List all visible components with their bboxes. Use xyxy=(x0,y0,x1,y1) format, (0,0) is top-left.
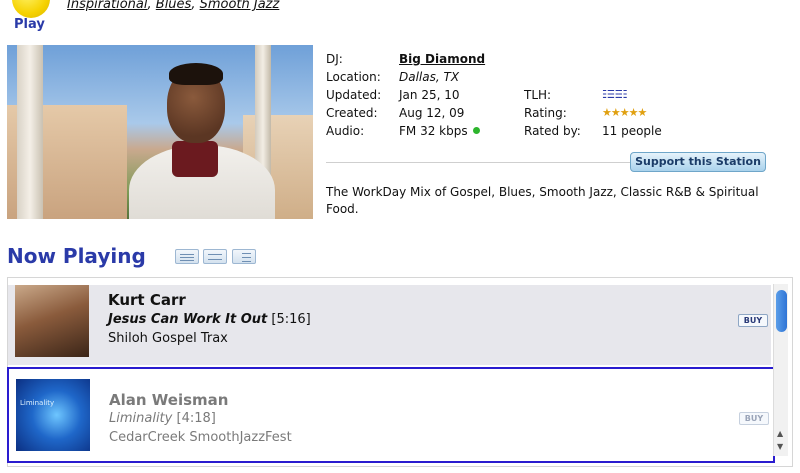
scroll-down-arrow-icon[interactable]: ▼ xyxy=(777,442,783,451)
location-label: Location: xyxy=(326,70,381,84)
track-song-name: Liminality xyxy=(109,411,173,426)
buy-button[interactable]: BUY xyxy=(739,412,769,425)
play-button[interactable] xyxy=(12,0,50,18)
track-song: Liminality [4:18] xyxy=(109,411,216,426)
tlh-people-icon: ☷☷☷ xyxy=(602,88,628,101)
updated-label: Updated: xyxy=(326,88,382,102)
genre-link-blues[interactable]: Blues xyxy=(156,0,192,12)
photo-person-hair xyxy=(169,63,223,85)
track-duration: [4:18] xyxy=(176,411,216,426)
track-row[interactable]: Kurt Carr Jesus Can Work It Out [5:16] S… xyxy=(8,285,771,365)
created-label: Created: xyxy=(326,106,378,120)
track-artist: Kurt Carr xyxy=(108,291,186,309)
support-station-button[interactable]: Support this Station xyxy=(630,152,766,172)
photo-person-collar xyxy=(172,141,218,177)
rated-by-label: Rated by: xyxy=(524,124,581,138)
play-label[interactable]: Play xyxy=(14,17,45,32)
rating-stars-icon[interactable]: ★★★★★ xyxy=(602,106,647,119)
album-cover-image[interactable]: Liminality xyxy=(16,379,90,451)
scrollbar-thumb[interactable] xyxy=(776,290,787,332)
photo-pillar xyxy=(17,45,43,219)
audio-value: FM 32 kbps xyxy=(399,124,480,138)
cover-text: Liminality xyxy=(20,399,55,407)
rated-by-value: 11 people xyxy=(602,124,662,138)
track-song-name: Jesus Can Work It Out xyxy=(108,312,268,327)
buy-button[interactable]: BUY xyxy=(738,314,768,327)
track-duration: [5:16] xyxy=(271,312,311,327)
scroll-up-arrow-icon[interactable]: ▲ xyxy=(777,429,783,438)
station-photo xyxy=(7,45,313,219)
view-compact-button[interactable] xyxy=(175,249,199,264)
view-detail-button[interactable] xyxy=(232,249,256,264)
dj-link[interactable]: Big Diamond xyxy=(399,52,485,66)
station-description: The WorkDay Mix of Gospel, Blues, Smooth… xyxy=(326,185,759,216)
location-value: Dallas, TX xyxy=(399,70,460,84)
created-value: Aug 12, 09 xyxy=(399,106,465,120)
audio-value-text: FM 32 kbps xyxy=(399,124,468,138)
genre-link-inspirational[interactable]: Inspirational xyxy=(67,0,148,12)
track-album: Shiloh Gospel Trax xyxy=(108,331,228,346)
album-cover-image[interactable] xyxy=(15,285,89,357)
track-row[interactable]: Liminality Alan Weisman Liminality [4:18… xyxy=(7,367,775,463)
rating-label: Rating: xyxy=(524,106,567,120)
view-list-button[interactable] xyxy=(203,249,227,264)
dj-label: DJ: xyxy=(326,52,343,66)
online-status-icon xyxy=(472,127,480,134)
audio-label: Audio: xyxy=(326,124,365,138)
track-album: CedarCreek SmoothJazzFest xyxy=(109,430,292,445)
track-song: Jesus Can Work It Out [5:16] xyxy=(108,312,311,327)
now-playing-title: Now Playing xyxy=(7,244,146,268)
tlh-label: TLH: xyxy=(524,88,552,102)
genre-link-smooth-jazz[interactable]: Smooth Jazz xyxy=(200,0,280,12)
updated-value: Jan 25, 10 xyxy=(399,88,460,102)
genre-links: Inspirational, Blues, Smooth Jazz xyxy=(67,0,279,12)
list-scrollbar[interactable]: ▲ ▼ xyxy=(773,284,788,456)
track-artist: Alan Weisman xyxy=(109,391,229,409)
